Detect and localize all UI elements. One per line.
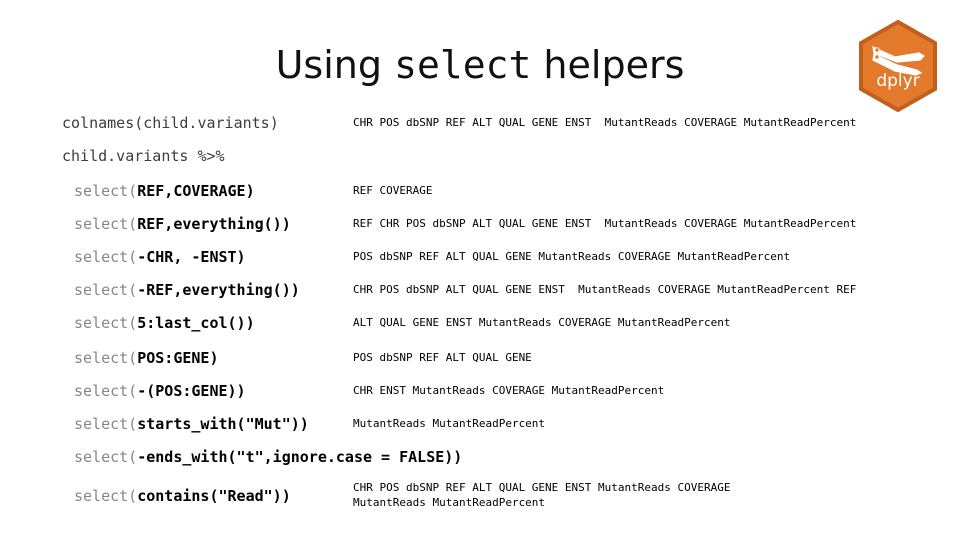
page-title-code-token: select xyxy=(394,43,532,87)
table-row: select(REF,everything()) REF CHR POS dbS… xyxy=(0,214,960,247)
output-line: CHR POS dbSNP ALT QUAL GENE ENST MutantR… xyxy=(353,283,857,296)
code-function-prefix: select( xyxy=(74,182,138,200)
table-row: select(5:last_col()) ALT QUAL GENE ENST … xyxy=(0,313,960,346)
table-row: colnames(child.variants) CHR POS dbSNP R… xyxy=(0,113,960,146)
output-line: POS dbSNP REF ALT QUAL GENE xyxy=(353,351,532,364)
code-expression: select(-CHR, -ENST) xyxy=(74,247,246,267)
table-row: select(REF,COVERAGE) REF COVERAGE xyxy=(0,181,960,214)
output-line: ALT QUAL GENE ENST MutantReads COVERAGE … xyxy=(353,316,731,329)
code-expression: select(-(POS:GENE)) xyxy=(74,381,246,401)
code-args: -CHR, -ENST) xyxy=(137,248,246,266)
output-columns: POS dbSNP REF ALT QUAL GENE xyxy=(353,350,953,365)
output-columns: ALT QUAL GENE ENST MutantReads COVERAGE … xyxy=(353,315,953,330)
code-output-area: colnames(child.variants) CHR POS dbSNP R… xyxy=(0,103,960,540)
output-columns: REF COVERAGE xyxy=(353,183,953,198)
page-title: Using select helpers xyxy=(0,42,960,89)
page-title-part2: helpers xyxy=(531,43,685,87)
code-function-prefix: select( xyxy=(74,382,138,400)
output-line: REF CHR POS dbSNP ALT QUAL GENE ENST Mut… xyxy=(353,217,857,230)
code-function-prefix: select( xyxy=(74,314,138,332)
dplyr-hex-logo: dplyr xyxy=(857,20,939,112)
code-expression: select(-ends_with("t",ignore.case = FALS… xyxy=(74,447,462,467)
code-args: -REF,everything()) xyxy=(137,281,300,299)
output-columns: POS dbSNP REF ALT QUAL GENE MutantReads … xyxy=(353,249,953,264)
table-row: select(-(POS:GENE)) CHR ENST MutantReads… xyxy=(0,381,960,414)
code-args: -ends_with("t",ignore.case = FALSE)) xyxy=(137,448,463,466)
code-args: contains("Read")) xyxy=(137,487,291,505)
code-function-prefix: select( xyxy=(74,349,138,367)
page-title-part1: Using xyxy=(275,43,395,87)
output-columns: CHR POS dbSNP ALT QUAL GENE ENST MutantR… xyxy=(353,282,953,297)
dplyr-logo-text: dplyr xyxy=(876,71,919,91)
code-args: starts_with("Mut")) xyxy=(137,415,309,433)
table-row: select(contains("Read")) CHR POS dbSNP R… xyxy=(0,481,960,519)
code-function-prefix: select( xyxy=(74,281,138,299)
code-args: REF,everything()) xyxy=(137,215,291,233)
code-function-prefix: select( xyxy=(74,448,138,466)
code-function-prefix: select( xyxy=(74,487,138,505)
output-columns: MutantReads MutantReadPercent xyxy=(353,416,953,431)
table-row: select(-REF,everything()) CHR POS dbSNP … xyxy=(0,280,960,313)
code-expression: select(5:last_col()) xyxy=(74,313,255,333)
output-line: CHR POS dbSNP REF ALT QUAL GENE ENST Mut… xyxy=(353,116,857,129)
output-columns: CHR POS dbSNP REF ALT QUAL GENE ENST Mut… xyxy=(353,480,953,510)
table-row: select(starts_with("Mut")) MutantReads M… xyxy=(0,414,960,447)
table-row: select(-CHR, -ENST) POS dbSNP REF ALT QU… xyxy=(0,247,960,280)
code-args: -(POS:GENE)) xyxy=(137,382,246,400)
code-expression: select(REF,COVERAGE) xyxy=(74,181,255,201)
output-line: POS dbSNP REF ALT QUAL GENE MutantReads … xyxy=(353,250,791,263)
table-row: select(POS:GENE) POS dbSNP REF ALT QUAL … xyxy=(0,348,960,381)
output-columns: CHR ENST MutantReads COVERAGE MutantRead… xyxy=(353,383,953,398)
code-expression: select(POS:GENE) xyxy=(74,348,219,368)
code-expression: child.variants %>% xyxy=(62,146,225,166)
table-row: child.variants %>% xyxy=(0,146,960,179)
code-expression: colnames(child.variants) xyxy=(62,113,279,133)
output-line: CHR ENST MutantReads COVERAGE MutantRead… xyxy=(353,384,665,397)
output-columns: REF CHR POS dbSNP ALT QUAL GENE ENST Mut… xyxy=(353,216,953,231)
output-line: MutantReads MutantReadPercent xyxy=(353,417,546,430)
table-row: select(-ends_with("t",ignore.case = FALS… xyxy=(0,447,960,480)
dplyr-hex-icon: dplyr xyxy=(859,20,937,112)
code-function-prefix: select( xyxy=(74,215,138,233)
output-line: REF COVERAGE xyxy=(353,184,433,197)
code-expression: select(contains("Read")) xyxy=(74,486,291,506)
output-line: CHR POS dbSNP REF ALT QUAL GENE ENST Mut… xyxy=(353,481,731,494)
output-line: MutantReads MutantReadPercent xyxy=(353,496,546,509)
code-expression: select(-REF,everything()) xyxy=(74,280,300,300)
code-text: colnames(child.variants) xyxy=(62,114,279,132)
code-args: 5:last_col()) xyxy=(137,314,255,332)
code-expression: select(starts_with("Mut")) xyxy=(74,414,309,434)
code-function-prefix: select( xyxy=(74,415,138,433)
code-args: REF,COVERAGE) xyxy=(137,182,255,200)
code-text: child.variants %>% xyxy=(62,147,225,165)
code-function-prefix: select( xyxy=(74,248,138,266)
output-columns: CHR POS dbSNP REF ALT QUAL GENE ENST Mut… xyxy=(353,115,953,130)
code-expression: select(REF,everything()) xyxy=(74,214,291,234)
code-args: POS:GENE) xyxy=(137,349,219,367)
